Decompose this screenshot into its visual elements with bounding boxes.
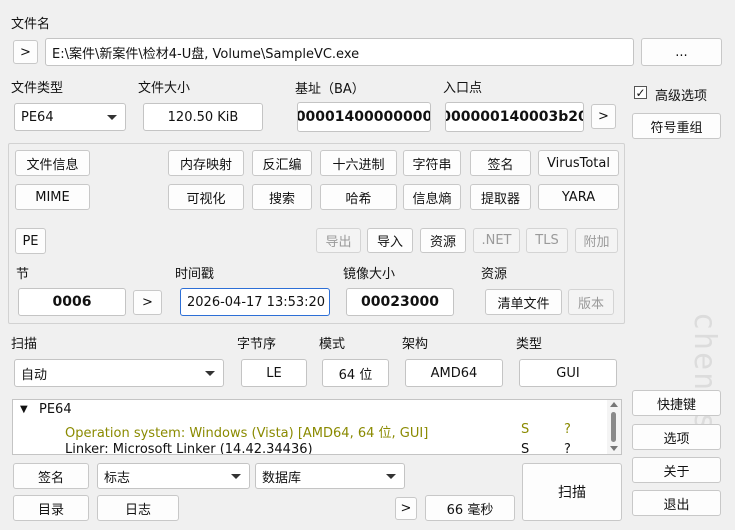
entry-point-label: 入口点: [443, 81, 483, 96]
chevron-down-icon: [231, 474, 241, 479]
advanced-options-label: 高级选项: [655, 89, 708, 104]
file-type-label: 文件类型: [11, 81, 64, 96]
base-address-label: 基址（BA）: [295, 82, 365, 97]
import-button[interactable]: 导入: [367, 228, 413, 253]
database-value: 数据库: [262, 470, 302, 486]
image-size-label: 镜像大小: [343, 267, 396, 282]
shortcuts-button[interactable]: 快捷键: [632, 390, 721, 416]
timestamp-label: 时间戳: [175, 267, 215, 282]
version-button[interactable]: 版本: [568, 289, 614, 315]
disassembly-button[interactable]: 反汇编: [252, 150, 312, 176]
entropy-button[interactable]: 信息熵: [403, 184, 461, 210]
scan-button[interactable]: 扫描: [522, 463, 622, 521]
scroll-down-icon[interactable]: [610, 446, 618, 451]
entry-point-field[interactable]: 000000140003b20: [445, 102, 584, 132]
symbol-rebuild-button[interactable]: 符号重组: [632, 113, 721, 139]
arch-field: AMD64: [405, 359, 503, 387]
base-address-field[interactable]: 0000014000000000: [297, 102, 431, 132]
type-field: GUI: [519, 359, 617, 387]
scan-label: 扫描: [11, 337, 38, 352]
manifest-button[interactable]: 清单文件: [485, 289, 562, 315]
about-button[interactable]: 关于: [632, 457, 721, 483]
flags-select[interactable]: 标志: [97, 463, 250, 489]
extractor-button[interactable]: 提取器: [470, 184, 531, 210]
elapsed-time: 66 毫秒: [425, 495, 515, 521]
overlay-button[interactable]: 附加: [575, 228, 618, 253]
entry-go-button[interactable]: >: [591, 104, 616, 129]
net-button[interactable]: .NET: [473, 228, 520, 253]
virustotal-button[interactable]: VirusTotal: [538, 150, 619, 176]
flags-value: 标志: [104, 470, 131, 486]
directory-button[interactable]: 目录: [13, 495, 89, 521]
result-row-s: S: [521, 442, 530, 455]
tree-root-label: PE64: [39, 402, 72, 417]
file-type-value: PE64: [21, 109, 54, 125]
results-tree[interactable]: ▼ PE64 Operation system: Windows (Vista)…: [12, 399, 622, 455]
file-type-select[interactable]: PE64: [14, 103, 126, 131]
mode-label: 模式: [319, 337, 346, 352]
type-label: 类型: [516, 337, 543, 352]
pe-button[interactable]: PE: [15, 228, 46, 254]
mime-button[interactable]: MIME: [15, 184, 90, 210]
resources-label: 资源: [481, 267, 508, 282]
browse-button[interactable]: ...: [641, 38, 722, 66]
strings-button[interactable]: 字符串: [403, 150, 461, 176]
memory-map-button[interactable]: 内存映射: [168, 150, 244, 176]
options-button[interactable]: 选项: [632, 424, 721, 450]
file-go-button[interactable]: >: [13, 40, 38, 64]
result-row-text[interactable]: Operation system: Windows (Vista) [AMD64…: [65, 422, 428, 441]
scan-mode-value: 自动: [21, 367, 48, 383]
search-button[interactable]: 搜索: [252, 184, 312, 210]
result-row-info[interactable]: ?: [564, 422, 571, 437]
file-size-label: 文件大小: [138, 81, 191, 96]
file-size-field: 120.50 KiB: [143, 103, 263, 131]
signature-button[interactable]: 签名: [13, 463, 89, 489]
log-button[interactable]: 日志: [97, 495, 179, 521]
result-row-s: S: [521, 422, 530, 437]
mode-field: 64 位: [322, 359, 389, 387]
exit-button[interactable]: 退出: [632, 490, 721, 516]
result-row-info[interactable]: ?: [564, 442, 571, 454]
yara-button[interactable]: YARA: [538, 184, 619, 210]
signatures-button[interactable]: 签名: [470, 150, 531, 176]
chevron-down-icon: [107, 115, 117, 120]
section-field[interactable]: 0006: [18, 288, 126, 316]
timestamp-field[interactable]: 2026-04-17 13:53:20: [180, 288, 330, 316]
section-label: 节: [16, 267, 30, 282]
visualization-button[interactable]: 可视化: [168, 184, 244, 210]
scan-mode-select[interactable]: 自动: [14, 359, 224, 387]
results-scrollbar[interactable]: [607, 400, 621, 454]
scroll-up-icon[interactable]: [610, 402, 618, 407]
image-size-field[interactable]: 00023000: [346, 288, 454, 316]
advanced-options-checkbox[interactable]: ✓: [634, 86, 647, 99]
hex-button[interactable]: 十六进制: [320, 150, 397, 176]
chevron-down-icon: [386, 474, 396, 479]
endian-field: LE: [241, 359, 307, 387]
section-go-button[interactable]: >: [133, 290, 162, 315]
resources-button[interactable]: 资源: [420, 228, 466, 253]
scroll-thumb[interactable]: [611, 412, 616, 442]
database-select[interactable]: 数据库: [255, 463, 405, 489]
chevron-down-icon: [205, 371, 215, 376]
bottom-go-button[interactable]: >: [395, 497, 417, 520]
tree-expand-icon[interactable]: ▼: [20, 402, 28, 418]
file-info-button[interactable]: 文件信息: [15, 150, 90, 176]
file-path-field[interactable]: E:\案件\新案件\检材4-U盘, Volume\SampleVC.exe: [45, 38, 634, 66]
file-name-label: 文件名: [11, 17, 51, 32]
tls-button[interactable]: TLS: [526, 228, 568, 253]
export-button[interactable]: 导出: [316, 228, 361, 253]
endian-label: 字节序: [237, 337, 277, 352]
result-row-text[interactable]: Linker: Microsoft Linker (14.42.34436): [65, 442, 313, 454]
arch-label: 架构: [402, 337, 429, 352]
hash-button[interactable]: 哈希: [320, 184, 397, 210]
